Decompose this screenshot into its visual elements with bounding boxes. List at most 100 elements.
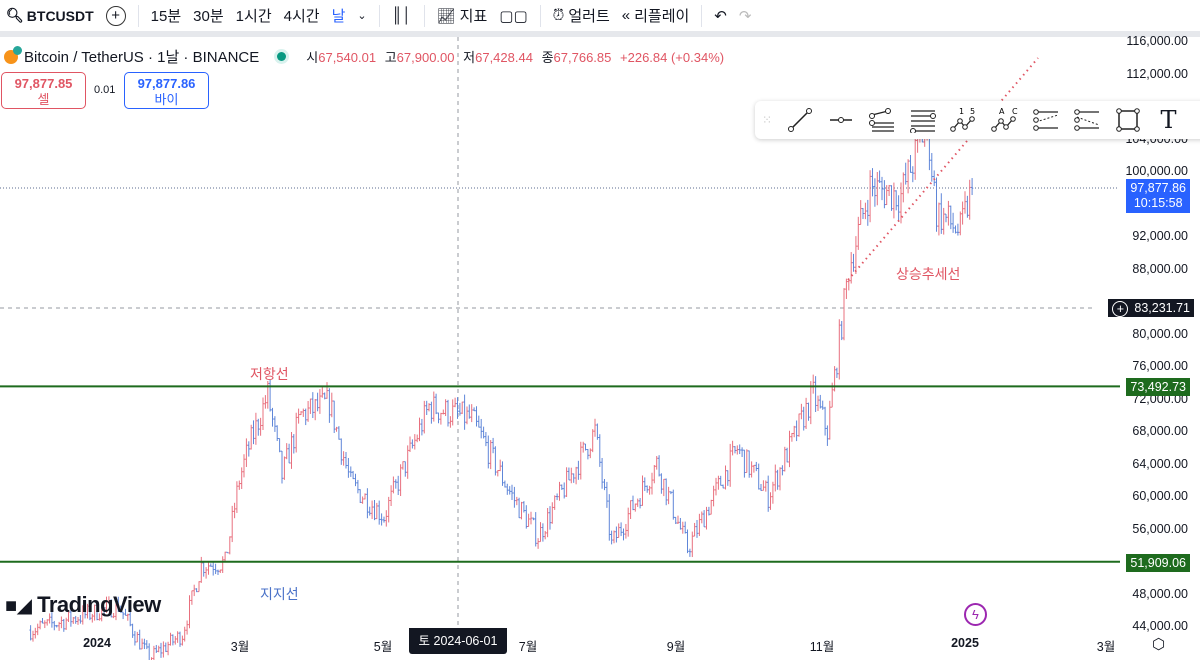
interval-1h[interactable]: 1시간 <box>230 0 278 31</box>
ohlc-bar <box>515 496 518 506</box>
lightning-icon[interactable]: ϟ <box>964 603 987 626</box>
ohlc-bar <box>954 225 957 234</box>
ohlc-bar <box>591 429 594 453</box>
ohlc-bar <box>306 400 310 422</box>
support-label[interactable]: 지지선 <box>260 584 299 604</box>
ohlc-bar <box>283 456 286 480</box>
undo-icon[interactable]: ↶ <box>708 0 733 31</box>
ohlc-bar <box>427 403 431 412</box>
ohlc-bar <box>171 634 175 646</box>
ohlc-bar <box>333 400 336 434</box>
ohlc-bar <box>34 627 37 639</box>
candle-type-icon[interactable]: ║│ <box>386 0 418 31</box>
ohlc-bar <box>788 430 791 468</box>
ohlc-bar <box>197 581 201 593</box>
interval-day[interactable]: 날 <box>326 0 352 31</box>
redo-icon[interactable]: ↷ <box>733 0 758 31</box>
ohlc-bar <box>619 522 623 537</box>
ohlc-bar <box>674 516 677 525</box>
resistance-label[interactable]: 저항선 <box>250 364 289 384</box>
price-tick: 112,000.00 <box>1126 66 1188 81</box>
time-tick: 3월 <box>1096 640 1116 654</box>
time-tick: 5월 <box>373 640 393 654</box>
price-tick: 88,000.00 <box>1132 261 1188 276</box>
ohlc-bar <box>361 496 364 504</box>
ohlc-bar <box>854 236 858 275</box>
abcd-pattern-icon[interactable]: AC <box>984 101 1025 139</box>
ohlc-bar <box>835 367 839 378</box>
ohlc-bar <box>155 644 158 653</box>
pitchfork-icon[interactable] <box>861 101 902 139</box>
crosshair-price-tag: +83,231.71 <box>1108 299 1194 317</box>
alert-button[interactable]: ⏰︎ 얼러트 <box>547 0 616 31</box>
ohlc-bar <box>525 505 528 529</box>
drag-handle-icon[interactable]: ⁙ <box>755 101 779 139</box>
ohlc-bar <box>278 438 281 453</box>
buy-button[interactable]: 97,877.86 바이 <box>124 72 209 109</box>
parallel-channel-icon[interactable] <box>1025 101 1066 139</box>
ohlc-bar <box>309 398 312 414</box>
sell-button[interactable]: 97,877.85 셀 <box>1 72 86 109</box>
layout-icon[interactable]: ▢▢ <box>493 0 533 31</box>
rewind-icon: « <box>621 7 631 24</box>
ohlc-bar <box>164 642 167 653</box>
ohlc-bar <box>736 445 739 455</box>
ohlc-bar <box>937 202 941 236</box>
interval-4h[interactable]: 4시간 <box>278 0 326 31</box>
regression-channel-icon[interactable] <box>1066 101 1107 139</box>
ohlc-bar <box>522 501 526 513</box>
ohlc-bar <box>359 489 362 503</box>
ohlc-bar <box>370 500 374 519</box>
ohlc-bar <box>314 398 317 421</box>
ohlc-bar <box>655 456 658 470</box>
ohlc-bar <box>584 443 587 451</box>
add-symbol-button[interactable]: + <box>100 0 132 31</box>
ohlc-bar <box>970 178 974 196</box>
crosshair-date-tag: 토 2024-06-01 <box>409 628 507 654</box>
ohlc-bar <box>325 382 329 399</box>
ohlc-bar <box>629 500 632 520</box>
ohlc-bar <box>508 486 511 495</box>
horizontal-ray-icon[interactable] <box>820 101 861 139</box>
ohlc-bar <box>446 399 450 427</box>
price-tick: 64,000.00 <box>1132 456 1188 471</box>
ohlc-bar <box>586 449 590 460</box>
trendline-label[interactable]: 상승추세선 <box>896 264 960 284</box>
interval-15m[interactable]: 15분 <box>145 0 188 31</box>
settings-icon[interactable]: ⬡ <box>1152 635 1165 653</box>
chevron-down-icon[interactable]: ⌄ <box>351 0 372 31</box>
ohlc-bar <box>250 424 253 450</box>
ohlc-bar <box>216 569 220 576</box>
ohlc-bar <box>55 624 58 628</box>
ohlc-bar <box>472 407 476 412</box>
ohlc-bar <box>624 523 628 539</box>
ohlc-bar <box>617 523 620 538</box>
text-tool-icon[interactable]: T <box>1148 101 1189 139</box>
ohlc-bar <box>432 391 435 422</box>
bitcoin-icon <box>4 45 22 64</box>
indicators-button[interactable]: 📈︎ 지표 <box>431 0 494 31</box>
ohlc-bar <box>212 561 215 576</box>
fib-retracement-icon[interactable] <box>902 101 943 139</box>
ohlc-bar <box>961 201 964 225</box>
trend-line-icon[interactable] <box>779 101 820 139</box>
ohlc-bar <box>823 406 827 436</box>
ohlc-bar <box>612 530 616 544</box>
ohlc-bar <box>219 569 222 573</box>
elliott-wave-icon[interactable]: 15 <box>943 101 984 139</box>
rectangle-icon[interactable] <box>1107 101 1148 139</box>
ohlc-bar <box>43 620 46 629</box>
interval-30m[interactable]: 30분 <box>187 0 230 31</box>
ohlc-bar <box>897 195 900 222</box>
add-plus-icon[interactable]: + <box>1112 301 1129 317</box>
symbol-search[interactable]: 🔍︎ BTCUSDT <box>0 0 100 31</box>
replay-button[interactable]: «리플레이 <box>616 0 696 31</box>
ohlc-bar <box>951 212 955 233</box>
ohlc-bar <box>257 418 260 436</box>
ohlc-bar <box>423 400 426 434</box>
time-tick: 3월 <box>230 640 250 654</box>
ohlc-bar <box>487 435 490 469</box>
ohlc-bar <box>382 516 386 523</box>
ohlc-bar <box>812 374 815 394</box>
ohlc-bar <box>252 420 255 445</box>
